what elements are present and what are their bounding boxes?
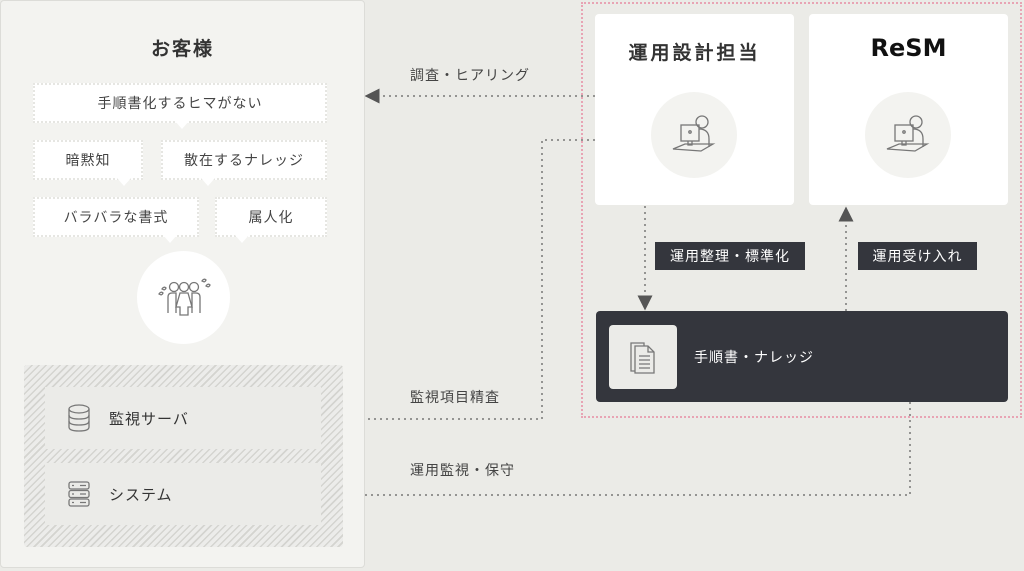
- flow-line-monitoring-review: [325, 139, 595, 427]
- server-rack-icon: [65, 481, 93, 507]
- system-label: システム: [109, 485, 173, 504]
- monitoring-server-label: 監視サーバ: [109, 409, 189, 428]
- tag-acceptance: 運用受け入れ: [858, 242, 977, 270]
- person-at-computer-icon: [865, 92, 951, 178]
- resm-logo: ReSM: [870, 34, 947, 62]
- person-at-computer-icon: [651, 92, 737, 178]
- customer-title: お客様: [150, 38, 214, 60]
- knowledge-label: 手順書・ナレッジ: [694, 350, 814, 366]
- database-icon: [65, 404, 93, 432]
- system-box: システム: [45, 463, 321, 525]
- designer-title: 運用設計担当: [628, 42, 761, 64]
- worried-people-icon: [137, 251, 230, 344]
- pain-point-bubble: 属人化: [215, 197, 327, 243]
- flow-label-hearing: 調査・ヒアリング: [410, 68, 530, 84]
- flow-label-monitoring-review: 監視項目精査: [410, 390, 500, 406]
- tag-standardize: 運用整理・標準化: [655, 242, 805, 270]
- pain-point-bubble: 暗黙知: [33, 140, 143, 186]
- resm-card: ReSM: [809, 14, 1008, 205]
- pain-point-bubble: 散在するナレッジ: [161, 140, 327, 186]
- pain-point-bubble: バラバラな書式: [33, 197, 199, 243]
- flow-label-operation-maintenance: 運用監視・保守: [410, 463, 515, 479]
- knowledge-box: 手順書・ナレッジ: [596, 311, 1008, 402]
- pain-point-bubble: 手順書化するヒマがない: [33, 83, 327, 129]
- documents-icon: [609, 325, 677, 389]
- designer-card: 運用設計担当: [595, 14, 794, 205]
- monitoring-server-box: 監視サーバ: [45, 387, 321, 449]
